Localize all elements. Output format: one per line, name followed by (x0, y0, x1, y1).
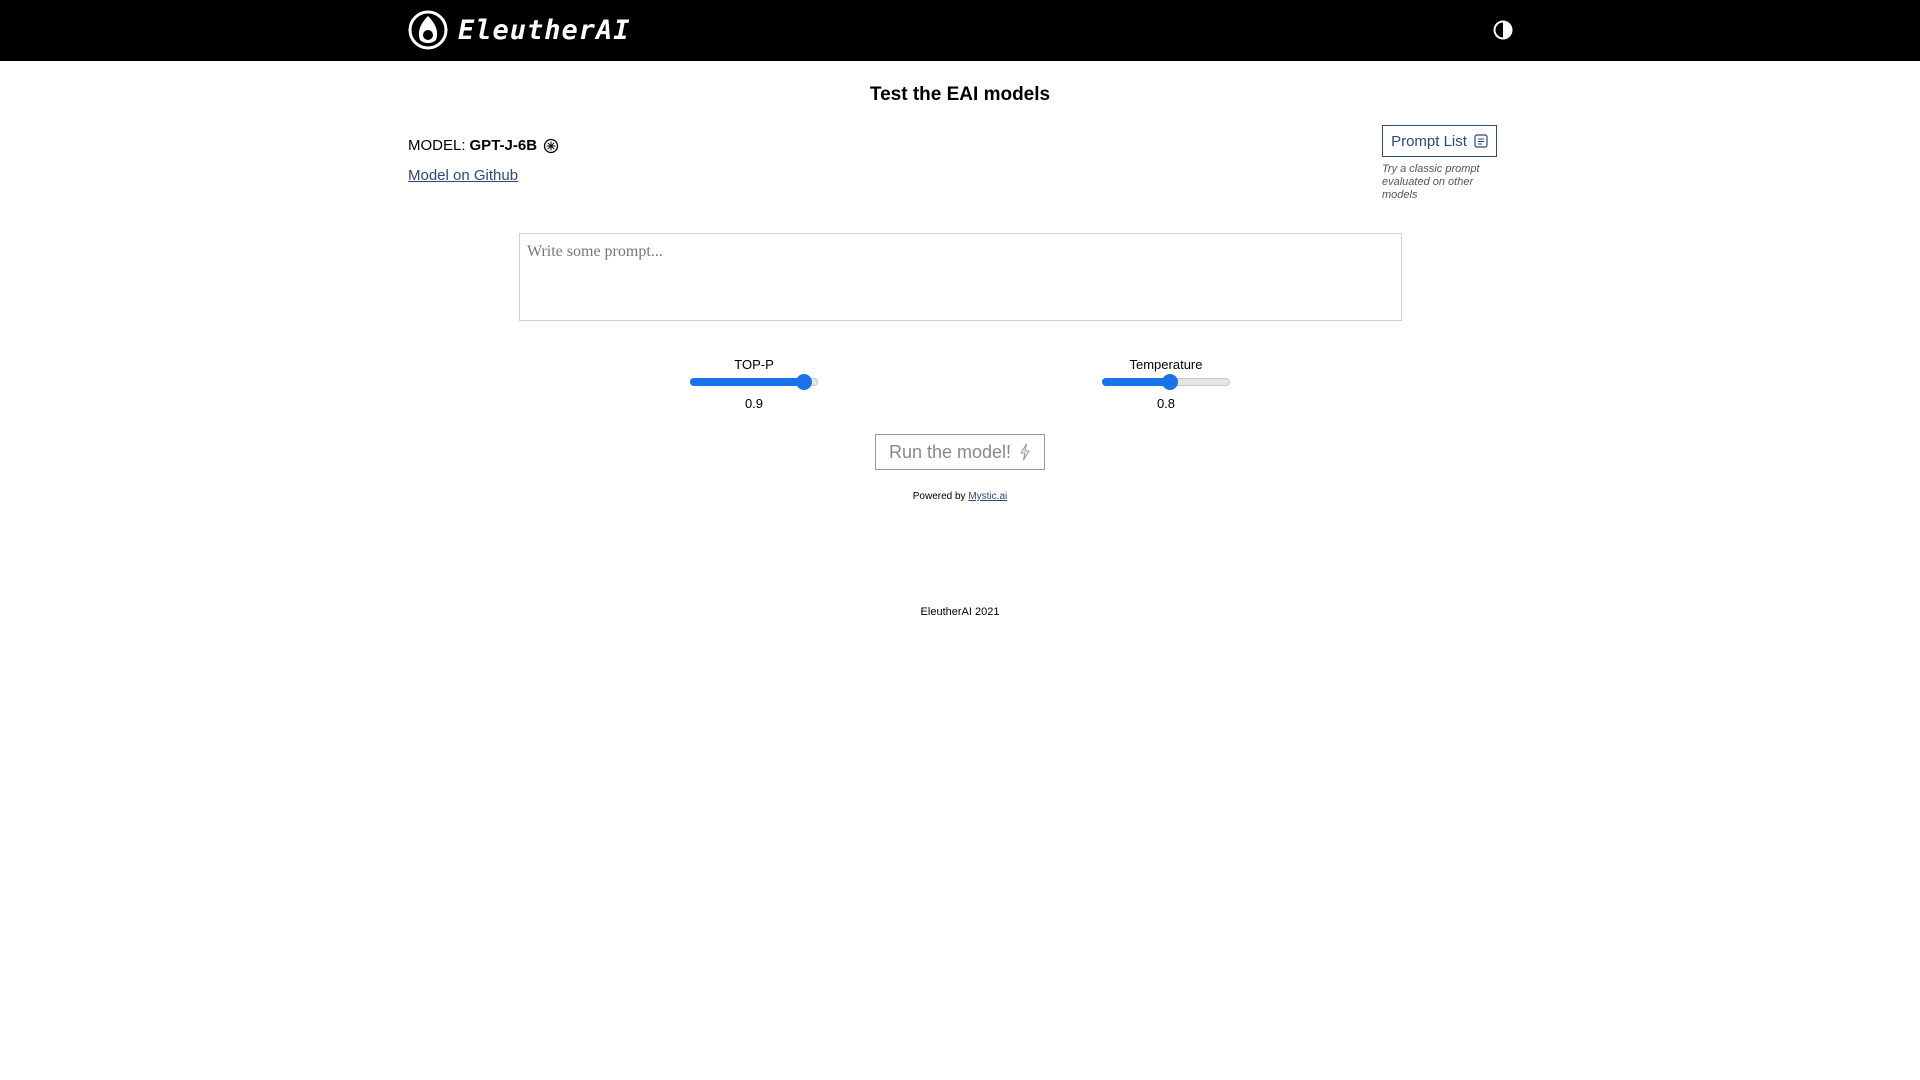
lightning-icon (1020, 443, 1030, 461)
prompt-input[interactable] (519, 233, 1402, 321)
temperature-value: 0.8 (1156, 396, 1176, 411)
top-p-slider-group: TOP-P 0.9 (689, 357, 819, 411)
contrast-toggle-icon[interactable] (1493, 20, 1513, 40)
top-p-value: 0.9 (744, 396, 764, 411)
model-name: GPT-J-6B (469, 137, 538, 154)
temperature-slider[interactable] (1102, 374, 1230, 390)
model-info: MODEL: GPT-J-6B (408, 137, 559, 154)
model-label: MODEL: (408, 137, 466, 154)
top-p-slider-fill (690, 378, 804, 386)
eleutherai-logo-icon (408, 10, 448, 50)
prompt-list-label: Prompt List (1391, 132, 1467, 150)
temperature-slider-group: Temperature 0.8 (1101, 357, 1231, 411)
prompt-list-hint: Try a classic prompt evaluated on other … (1382, 163, 1480, 201)
footer-text: EleutherAI 2021 (920, 606, 1000, 618)
temperature-slider-fill (1102, 378, 1169, 386)
powered-by-prefix: Powered by (912, 491, 966, 502)
run-model-label: Run the model! (888, 441, 1012, 462)
powered-by: Powered by Mystic.ai (0, 491, 1920, 502)
model-github-link[interactable]: Model on Github (408, 167, 518, 184)
brand-name: EleutherAI (458, 14, 631, 46)
prompt-list-button[interactable]: Prompt List (1382, 125, 1497, 157)
temperature-slider-thumb[interactable] (1161, 374, 1178, 390)
brand-logo[interactable]: EleutherAI (408, 10, 631, 50)
top-navbar: EleutherAI (0, 0, 1920, 61)
run-model-button[interactable]: Run the model! (875, 434, 1045, 470)
temperature-label: Temperature (1129, 357, 1203, 372)
top-p-label: TOP-P (734, 357, 774, 372)
list-icon (1474, 134, 1488, 148)
page-title: Test the EAI models (869, 84, 1051, 105)
info-icon[interactable] (543, 138, 559, 154)
top-p-slider-thumb[interactable] (796, 374, 813, 390)
mystic-ai-link[interactable]: Mystic.ai (968, 491, 1007, 502)
top-p-slider[interactable] (690, 374, 818, 390)
